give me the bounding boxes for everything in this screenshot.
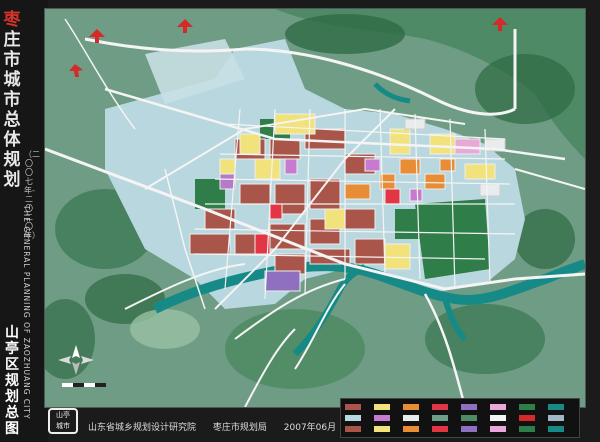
legend-swatch: [548, 404, 564, 410]
seal-stamp: 山亭 城市: [48, 408, 78, 434]
mountain-area: [285, 14, 405, 54]
legend-swatch: [432, 426, 448, 432]
plan-date: 2007年06月: [283, 423, 337, 433]
map-title: 枣庄市城市总体规划: [2, 10, 22, 190]
legend-swatch: [432, 404, 448, 410]
legend-swatch: [490, 404, 506, 410]
district-title: 山亭区规划总图: [5, 325, 19, 437]
legend-swatch: [345, 426, 361, 432]
planning-map: [45, 9, 585, 407]
legend-swatch: [490, 426, 506, 432]
scale-bar: [62, 383, 106, 387]
legend-swatch: [374, 404, 390, 410]
map-frame: [44, 8, 586, 408]
map-title-rest: 庄市城市总体规划: [3, 30, 21, 190]
legend-swatch: [519, 415, 535, 421]
legend-swatch: [519, 426, 535, 432]
legend-swatch: [374, 415, 390, 421]
legend-swatch: [403, 426, 419, 432]
institute-name: 山东省城乡规划设计研究院: [88, 423, 197, 433]
legend-swatch: [403, 415, 419, 421]
title-sidebar: 枣庄市城市总体规划 （二〇〇七年-二〇二〇年） THE GENERAL PLAN…: [0, 0, 48, 442]
legend-swatch: [345, 415, 361, 421]
green-space: [395, 209, 420, 239]
legend-swatch: [519, 404, 535, 410]
north-arrow-icon: [58, 345, 94, 375]
legend-swatch: [374, 426, 390, 432]
legend-swatch: [548, 426, 564, 432]
footer-credits: 山东省城乡规划设计研究院 枣庄市规划局 2007年06月: [88, 420, 350, 433]
legend-swatch: [548, 415, 564, 421]
legend-swatch: [461, 415, 477, 421]
mountain-area: [425, 304, 545, 374]
seal-line: 城市: [56, 422, 70, 430]
legend-swatch: [461, 404, 477, 410]
hill-area: [130, 309, 200, 349]
legend-swatch: [432, 415, 448, 421]
seal-line: 山亭: [56, 411, 70, 419]
bureau-name: 枣庄市规划局: [212, 423, 267, 433]
legend-swatch: [403, 404, 419, 410]
map-title-first-char: 枣: [3, 10, 21, 30]
english-title: THE GENERAL PLANNING OF ZAOZHUANG CITY: [22, 205, 31, 420]
legend-swatch: [461, 426, 477, 432]
legend-swatch: [490, 415, 506, 421]
map-legend: [340, 398, 580, 438]
legend-swatch: [345, 404, 361, 410]
